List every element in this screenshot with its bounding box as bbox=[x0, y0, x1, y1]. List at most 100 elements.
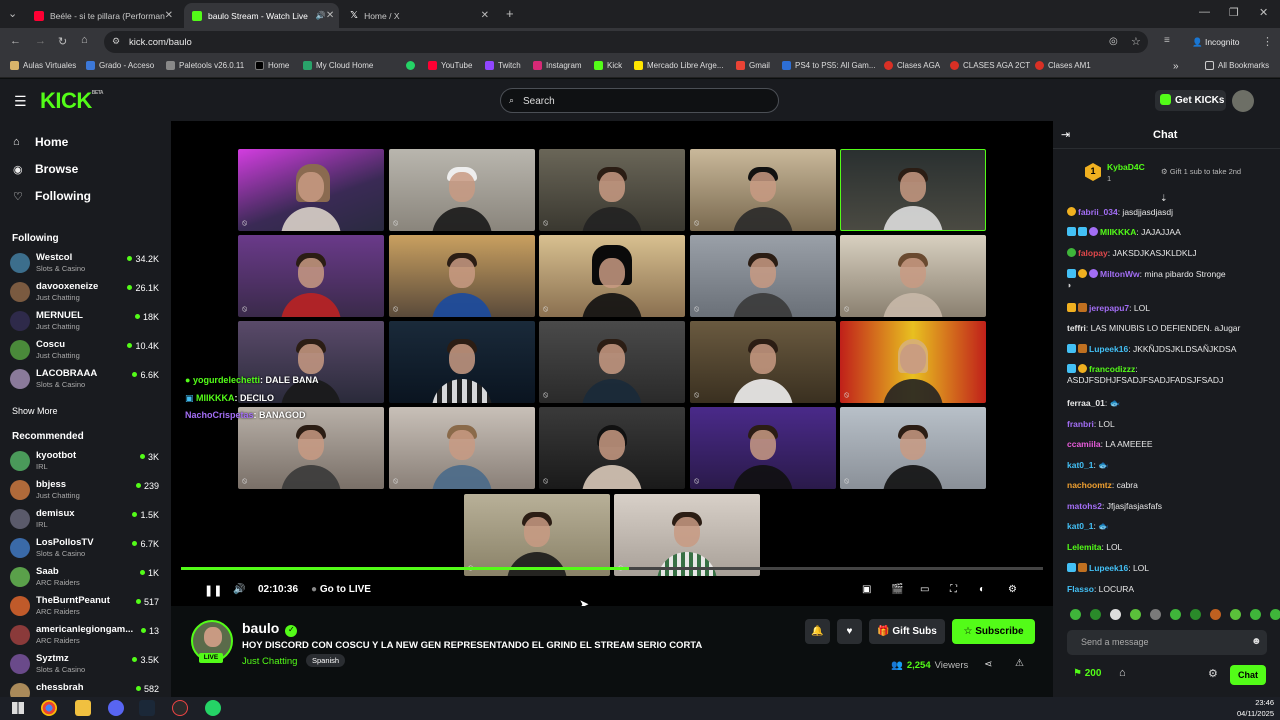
chat-user[interactable]: Lupeek16 bbox=[1089, 344, 1128, 354]
emote-icon[interactable] bbox=[1170, 609, 1181, 620]
chat-user[interactable]: Flasso bbox=[1067, 584, 1094, 594]
discord-icon[interactable] bbox=[108, 700, 124, 716]
chat-user[interactable]: Lupeek16 bbox=[1089, 563, 1128, 573]
emote-icon[interactable] bbox=[1190, 609, 1201, 620]
app-icon[interactable] bbox=[172, 700, 188, 716]
chat-send-button[interactable]: Chat bbox=[1230, 665, 1266, 685]
recommended-channel[interactable]: chessbrah 582 bbox=[10, 680, 162, 697]
kick-logo[interactable]: KICKBETA bbox=[40, 88, 104, 114]
kicks-balance[interactable]: ⚑ 200 bbox=[1073, 668, 1101, 679]
system-clock[interactable]: 23:46 04/11/2025 bbox=[1237, 697, 1274, 719]
chat-message[interactable]: franbri: LOL bbox=[1067, 419, 1272, 430]
emote-icon[interactable] bbox=[1150, 609, 1161, 620]
emote-icon[interactable] bbox=[1090, 609, 1101, 620]
chat-message-input[interactable]: Send a message ☻ bbox=[1067, 630, 1267, 655]
chat-message[interactable]: ferraa_01: 🐟 bbox=[1067, 398, 1272, 409]
report-icon[interactable]: ⚠ bbox=[1015, 658, 1024, 669]
search-input[interactable]: ⌕ Search bbox=[500, 88, 779, 113]
windows-start-icon[interactable] bbox=[12, 702, 24, 714]
chat-message[interactable]: Flasso: LOCURA bbox=[1067, 584, 1272, 595]
chat-message[interactable]: kat0_1: 🐟 bbox=[1067, 521, 1272, 532]
pause-icon[interactable]: ❚❚ bbox=[204, 584, 222, 597]
tab-kick[interactable]: baulo Stream - Watch Live 🔊 ✕ bbox=[184, 3, 339, 28]
steam-icon[interactable] bbox=[139, 700, 155, 716]
settings-icon[interactable]: ⚙ bbox=[1008, 584, 1017, 595]
emote-icon[interactable] bbox=[1110, 609, 1121, 620]
volume-icon[interactable]: 🔊 bbox=[233, 584, 245, 595]
tab-search-icon[interactable]: ⌄ bbox=[8, 7, 17, 20]
show-more-link[interactable]: Show More bbox=[12, 406, 58, 416]
chat-message[interactable]: MIIKKKA: JAJAJJAA bbox=[1067, 227, 1272, 238]
incognito-badge[interactable]: 👤 Incognito bbox=[1192, 37, 1239, 48]
audio-icon[interactable]: 🔊 bbox=[316, 11, 326, 20]
hamburger-menu-icon[interactable]: ☰ bbox=[14, 93, 27, 110]
bookmark[interactable]: Twitch bbox=[485, 61, 521, 70]
more-bookmarks-icon[interactable]: » bbox=[1173, 61, 1179, 72]
media-icon[interactable]: ≡ bbox=[1164, 35, 1170, 46]
bookmark[interactable]: Home bbox=[255, 61, 289, 70]
chat-user[interactable]: jerepapu7 bbox=[1089, 303, 1129, 313]
star-icon[interactable]: ☆ bbox=[1131, 35, 1141, 48]
chat-message[interactable]: ccamiila: LA AMEEEE bbox=[1067, 439, 1272, 450]
url-field[interactable]: ⚙ kick.com/baulo ◎ ☆ bbox=[104, 31, 1148, 53]
chat-user[interactable]: falopay bbox=[1078, 248, 1108, 258]
home-icon[interactable]: ⌂ bbox=[81, 34, 88, 46]
menu-icon[interactable]: ⋮ bbox=[1262, 35, 1273, 48]
chat-user[interactable]: teffri bbox=[1067, 323, 1086, 333]
chat-user[interactable]: matohs2 bbox=[1067, 501, 1102, 511]
gift-leaderboard[interactable]: 1 KybaD4C 1 ⚙ Gift 1 sub to take 2nd bbox=[1053, 153, 1280, 193]
chat-message[interactable]: kat0_1: 🐟 bbox=[1067, 460, 1272, 471]
bookmark[interactable]: Aulas Virtuales bbox=[10, 61, 76, 70]
bookmark[interactable]: Kick bbox=[594, 61, 622, 70]
recommended-channel[interactable]: kyootbot IRL 3K bbox=[10, 448, 162, 474]
fullscreen-icon[interactable]: ⛶ bbox=[950, 584, 957, 595]
go-to-live-button[interactable]: ● Go to LIVE bbox=[311, 584, 371, 595]
site-info-icon[interactable]: ⚙ bbox=[112, 36, 120, 47]
tab-youtube[interactable]: Beéle - si te pillara (Performanc ✕ bbox=[26, 3, 181, 28]
store-icon[interactable]: ⌂ bbox=[1119, 667, 1126, 679]
chrome-icon[interactable] bbox=[41, 700, 57, 716]
bookmark[interactable]: PS4 to PS5: All Gam... bbox=[782, 61, 875, 70]
nav-home[interactable]: ⌂ Home bbox=[13, 135, 68, 149]
follow-button[interactable]: ♥ bbox=[837, 619, 862, 644]
following-channel[interactable]: LACOBRAAA Slots & Casino 6.6K bbox=[10, 366, 162, 392]
collapse-arrow-icon[interactable]: ⇣ bbox=[1160, 193, 1168, 204]
bookmark[interactable]: Clases AGA bbox=[884, 61, 940, 70]
emote-icon[interactable] bbox=[1250, 609, 1261, 620]
chat-message[interactable]: falopay: JAKSDJKASJKLDKLJ bbox=[1067, 248, 1272, 259]
bookmark[interactable]: Paletools v26.0.11 bbox=[166, 61, 244, 70]
subscribe-button[interactable]: ☆ Subscribe bbox=[952, 619, 1035, 644]
chat-message[interactable]: fabrii_034: jasdjjasdjasdj bbox=[1067, 207, 1272, 218]
back-icon[interactable]: ← bbox=[10, 35, 21, 47]
chat-message[interactable]: MiltonWw: mina pibardo Stronge ◗ bbox=[1067, 269, 1272, 291]
bookmark[interactable] bbox=[406, 61, 419, 70]
bookmark[interactable]: My Cloud Home bbox=[303, 61, 373, 70]
whatsapp-icon[interactable] bbox=[205, 700, 221, 716]
chat-message[interactable]: Lelemita: LOL bbox=[1067, 542, 1272, 553]
close-icon[interactable]: ✕ bbox=[326, 10, 334, 21]
nav-browse[interactable]: ◉ Browse bbox=[13, 162, 78, 176]
chat-user[interactable]: kat0_1 bbox=[1067, 521, 1093, 531]
video-player[interactable]: ⦸ ⦸ ⦸ ⦸ ⦸ ⦸ ⦸ ⦸ ⦸ ⦸ ⦸ ⦸ ⦸ ⦸ ⦸ ⦸ ⦸ ⦸ ⦸ ● … bbox=[171, 121, 1053, 606]
emote-icon[interactable] bbox=[1070, 609, 1081, 620]
get-kicks-button[interactable]: Get KICKs bbox=[1155, 90, 1226, 111]
maximize-icon[interactable]: ❐ bbox=[1229, 6, 1239, 19]
emote-icon[interactable] bbox=[1130, 609, 1141, 620]
recommended-channel[interactable]: americanlegiongam... ARC Raiders 13 bbox=[10, 622, 162, 648]
reload-icon[interactable]: ↻ bbox=[58, 35, 67, 48]
theater-mode-icon[interactable]: ▭ bbox=[920, 584, 929, 595]
new-tab-icon[interactable]: + bbox=[506, 6, 514, 21]
user-avatar[interactable] bbox=[1232, 90, 1254, 112]
chat-message[interactable]: matohs2: Jfjasjfasjasfafs bbox=[1067, 501, 1272, 512]
chat-user[interactable]: ferraa_01 bbox=[1067, 398, 1105, 408]
following-channel[interactable]: davooxeneize Just Chatting 26.1K bbox=[10, 279, 162, 305]
all-bookmarks[interactable]: All Bookmarks bbox=[1205, 61, 1269, 70]
chat-user[interactable]: Lelemita bbox=[1067, 542, 1102, 552]
chat-message[interactable]: francodizzz: ASDJFSDHJFSADJFSADJFADSJFSAD… bbox=[1067, 364, 1272, 386]
tab-x[interactable]: 𝕏 Home / X ✕ bbox=[342, 3, 497, 28]
bookmark[interactable]: Gmail bbox=[736, 61, 770, 70]
chat-user[interactable]: MIIKKKA bbox=[1100, 227, 1136, 237]
file-explorer-icon[interactable] bbox=[75, 700, 91, 716]
share-icon[interactable]: ⋖ bbox=[984, 659, 992, 670]
recommended-channel[interactable]: TheBurntPeanut ARC Raiders 517 bbox=[10, 593, 162, 619]
